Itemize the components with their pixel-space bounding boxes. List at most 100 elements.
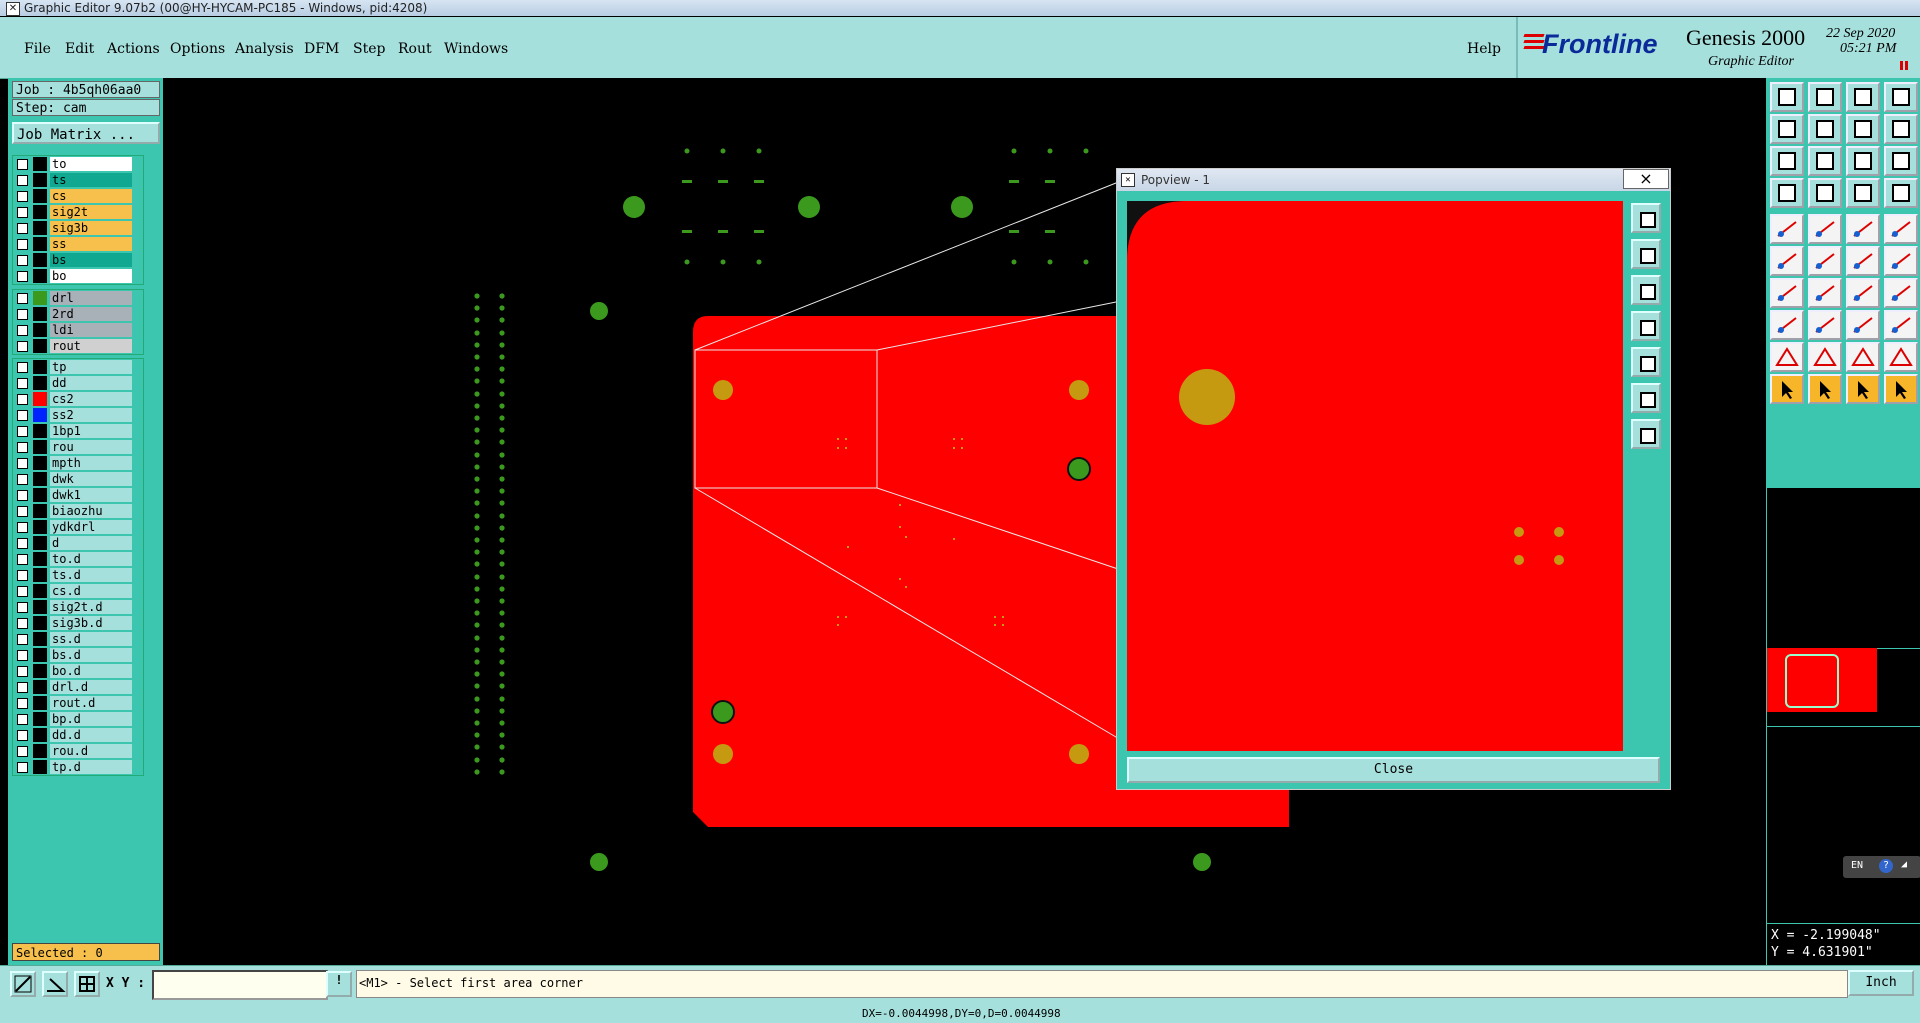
layer-color-swatch[interactable] xyxy=(33,376,47,390)
menu-options[interactable]: Options xyxy=(170,41,225,57)
layer-row-sig3b[interactable]: sig3b xyxy=(13,220,143,236)
measure-tool-button[interactable] xyxy=(10,971,36,997)
pad-feature-button[interactable] xyxy=(1770,214,1804,244)
layer-color-swatch[interactable] xyxy=(33,632,47,646)
xy-input[interactable] xyxy=(152,970,328,1000)
menu-analysis[interactable]: Analysis xyxy=(235,41,294,57)
layer-color-swatch[interactable] xyxy=(33,488,47,502)
circle-feature-button[interactable] xyxy=(1884,214,1918,244)
text-button[interactable] xyxy=(1884,278,1918,308)
layer-checkbox[interactable] xyxy=(17,650,28,661)
layer-name[interactable]: rout xyxy=(50,339,132,353)
layer-color-swatch[interactable] xyxy=(33,472,47,486)
layer-color-swatch[interactable] xyxy=(33,584,47,598)
layer-row-bs-d[interactable]: bs.d xyxy=(13,647,143,663)
save-button[interactable] xyxy=(1808,82,1842,112)
layer-row-cs2[interactable]: cs2 xyxy=(13,391,143,407)
layer-checkbox[interactable] xyxy=(17,239,28,250)
flip-button[interactable] xyxy=(1884,114,1918,144)
layer-checkbox[interactable] xyxy=(17,746,28,757)
layer-color-swatch[interactable] xyxy=(33,616,47,630)
layer-color-swatch[interactable] xyxy=(33,408,47,422)
zoom-fit-button[interactable] xyxy=(1770,146,1804,176)
layer-name[interactable]: rout.d xyxy=(50,696,132,710)
layer-row-dwk[interactable]: dwk xyxy=(13,471,143,487)
layer-name[interactable]: to xyxy=(50,157,132,171)
popview-viewport[interactable] xyxy=(1127,201,1623,751)
cloud-button[interactable] xyxy=(1884,310,1918,340)
grid-tool-button[interactable] xyxy=(74,971,100,997)
layer-color-swatch[interactable] xyxy=(33,536,47,550)
layer-color-swatch[interactable] xyxy=(33,424,47,438)
layer-color-swatch[interactable] xyxy=(33,339,47,353)
layer-name[interactable]: dd xyxy=(50,376,132,390)
layer-checkbox[interactable] xyxy=(17,474,28,485)
layer-color-swatch[interactable] xyxy=(33,456,47,470)
layer-row-to-d[interactable]: to.d xyxy=(13,551,143,567)
layer-color-swatch[interactable] xyxy=(33,360,47,374)
layer-color-swatch[interactable] xyxy=(33,520,47,534)
layer-color-swatch[interactable] xyxy=(33,307,47,321)
layer-row-bs[interactable]: bs xyxy=(13,252,143,268)
arc-button[interactable] xyxy=(1846,278,1880,308)
layer-name[interactable]: dd.d xyxy=(50,728,132,742)
layer-row-sig2t-d[interactable]: sig2t.d xyxy=(13,599,143,615)
triangle-red-button[interactable] xyxy=(1770,342,1804,372)
popview-zoom-fit-button[interactable] xyxy=(1631,203,1661,233)
menu-help[interactable]: Help xyxy=(1467,41,1501,57)
layer-row-biaozhu[interactable]: biaozhu xyxy=(13,503,143,519)
layer-checkbox[interactable] xyxy=(17,191,28,202)
layer-name[interactable]: sig3b.d xyxy=(50,616,132,630)
layer-checkbox[interactable] xyxy=(17,207,28,218)
layer-row-rout-d[interactable]: rout.d xyxy=(13,695,143,711)
layer-checkbox[interactable] xyxy=(17,490,28,501)
layer-name[interactable]: sig2t xyxy=(50,205,132,219)
layer-row-bp-d[interactable]: bp.d xyxy=(13,711,143,727)
popview-close-button[interactable]: Close xyxy=(1127,757,1660,783)
layer-checkbox[interactable] xyxy=(17,394,28,405)
layer-color-swatch[interactable] xyxy=(33,221,47,235)
layer-color-swatch[interactable] xyxy=(33,600,47,614)
move-feature-button[interactable] xyxy=(1770,310,1804,340)
layer-checkbox[interactable] xyxy=(17,682,28,693)
angle-measure-button[interactable] xyxy=(1808,214,1842,244)
layer-lights-button[interactable] xyxy=(1884,178,1918,208)
layer-checkbox[interactable] xyxy=(17,362,28,373)
layer-checkbox[interactable] xyxy=(17,522,28,533)
rotate-button[interactable] xyxy=(1846,114,1880,144)
layer-row-sig3b-d[interactable]: sig3b.d xyxy=(13,615,143,631)
layer-checkbox[interactable] xyxy=(17,341,28,352)
layer-checkbox[interactable] xyxy=(17,175,28,186)
layer-color-swatch[interactable] xyxy=(33,664,47,678)
language-bar[interactable]: EN ? ◢ xyxy=(1843,856,1920,878)
layer-row-sig2t[interactable]: sig2t xyxy=(13,204,143,220)
layer-checkbox[interactable] xyxy=(17,538,28,549)
layer-checkbox[interactable] xyxy=(17,255,28,266)
layer-name[interactable]: dwk xyxy=(50,472,132,486)
layer-checkbox[interactable] xyxy=(17,730,28,741)
layer-checkbox[interactable] xyxy=(17,223,28,234)
layer-color-swatch[interactable] xyxy=(33,205,47,219)
popview-close-x-button[interactable]: × xyxy=(1623,169,1669,189)
layer-checkbox[interactable] xyxy=(17,698,28,709)
pan-right-button[interactable] xyxy=(1808,114,1842,144)
layer-row-drl[interactable]: drl xyxy=(13,290,143,306)
menu-actions[interactable]: Actions xyxy=(107,41,160,57)
layer-row-ss2[interactable]: ss2 xyxy=(13,407,143,423)
layer-name[interactable]: drl xyxy=(50,291,132,305)
minus-button[interactable] xyxy=(1808,310,1842,340)
layer-row-tp[interactable]: tp xyxy=(13,359,143,375)
layer-color-swatch[interactable] xyxy=(33,323,47,337)
layer-color-swatch[interactable] xyxy=(33,291,47,305)
popview-zoom-in-button[interactable] xyxy=(1631,239,1661,269)
ruler-button[interactable] xyxy=(1846,214,1880,244)
layer-name[interactable]: mpth xyxy=(50,456,132,470)
connect-button[interactable] xyxy=(1770,246,1804,276)
layer-name[interactable]: bs.d xyxy=(50,648,132,662)
pan-left-button[interactable] xyxy=(1770,114,1804,144)
layer-color-swatch[interactable] xyxy=(33,648,47,662)
layer-row-ts[interactable]: ts xyxy=(13,172,143,188)
layer-checkbox[interactable] xyxy=(17,570,28,581)
layer-name[interactable]: rou.d xyxy=(50,744,132,758)
layer-checkbox[interactable] xyxy=(17,618,28,629)
